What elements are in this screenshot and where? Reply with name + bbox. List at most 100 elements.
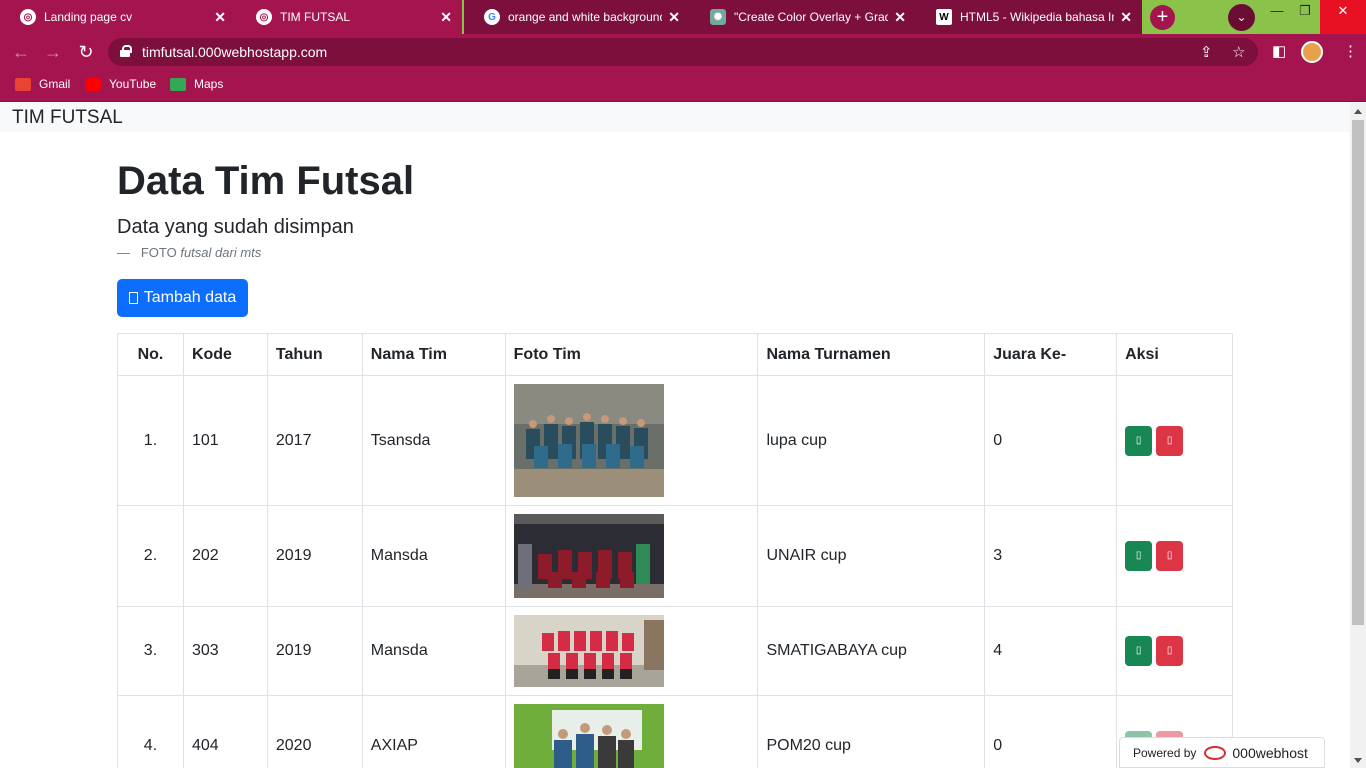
back-button[interactable]: ← — [10, 42, 32, 64]
delete-button[interactable]: ▯ — [1156, 541, 1184, 571]
caption-dash: — — [117, 245, 130, 260]
close-tab-icon[interactable]: ✕ — [668, 9, 680, 26]
page-content: TIM FUTSAL Data Tim Futsal Data yang sud… — [0, 103, 1350, 768]
tab-title: HTML5 - Wikipedia bahasa Ind — [960, 10, 1115, 24]
delete-icon: ▯ — [1166, 434, 1173, 446]
table-row: 3. 303 2019 Mansda SMATIGABAYA cup 4 ▯ ▯ — [117, 606, 1233, 696]
tab-strip: ◎ Landing page cv ✕ ◎ TIM FUTSAL ✕ G ora… — [0, 0, 1366, 34]
edit-button[interactable]: ▯ — [1125, 425, 1153, 456]
chatgpt-icon: ✺ — [710, 9, 726, 25]
cell-nama-tim: Mansda — [361, 505, 506, 607]
lock-icon — [120, 45, 132, 57]
cell-kode: 202 — [182, 505, 268, 607]
cell-no: 2. — [117, 505, 184, 607]
table-header-row: No. Kode Tahun Nama Tim Foto Tim Nama Tu… — [117, 333, 1233, 376]
scroll-down-arrow-icon[interactable] — [1354, 758, 1362, 763]
cell-turnamen: POM20 cup — [757, 695, 986, 768]
close-tab-icon[interactable]: ✕ — [1120, 9, 1132, 26]
page-scrollbar[interactable] — [1350, 103, 1366, 768]
bookmark-youtube[interactable]: YouTube — [85, 77, 156, 91]
delete-button[interactable]: ▯ — [1156, 636, 1184, 666]
tab-title: "Create Color Overlay + Gradie — [734, 10, 889, 24]
wikipedia-icon: W — [936, 9, 952, 25]
close-tab-icon[interactable]: ✕ — [214, 9, 226, 26]
edit-button[interactable]: ▯ — [1125, 636, 1153, 666]
restore-button[interactable]: ❐ — [1290, 0, 1320, 34]
tab-title: orange and white background — [508, 10, 663, 24]
col-header-nama-tim: Nama Tim — [361, 333, 506, 376]
edit-icon: ▯ — [1135, 550, 1142, 561]
team-photo — [513, 384, 664, 497]
youtube-icon — [85, 77, 101, 91]
globe-icon: ◎ — [20, 9, 36, 25]
tab-tim-futsal[interactable]: ◎ TIM FUTSAL ✕ — [236, 0, 462, 34]
cell-no: 4. — [117, 695, 184, 768]
cell-foto — [504, 695, 759, 768]
tab-orange-background[interactable]: G orange and white background ✕ — [464, 0, 690, 34]
cell-tahun: 2017 — [266, 375, 363, 506]
scrollbar-thumb[interactable] — [1352, 120, 1364, 625]
tab-landing-page[interactable]: ◎ Landing page cv ✕ — [0, 0, 236, 34]
tab-title: TIM FUTSAL — [280, 10, 351, 24]
table-row: 4. 404 2020 AXIAP POM20 cup 0 ▯▯ — [117, 695, 1233, 768]
team-photo — [513, 703, 664, 768]
tab-color-overlay[interactable]: ✺ "Create Color Overlay + Gradie ✕ — [690, 0, 916, 34]
maps-icon — [170, 77, 186, 91]
powered-by-badge[interactable]: Powered by 000webhost — [1119, 737, 1325, 768]
cell-nama-tim: AXIAP — [361, 695, 506, 768]
tab-html5-wikipedia[interactable]: W HTML5 - Wikipedia bahasa Ind ✕ — [916, 0, 1142, 34]
team-table: No. Kode Tahun Nama Tim Foto Tim Nama Tu… — [117, 333, 1233, 768]
caption-emphasis: futsal dari mts — [180, 245, 262, 260]
new-tab-button[interactable]: + — [1150, 5, 1175, 30]
caption-text: FOTO — [140, 245, 177, 260]
side-panel-icon[interactable]: ◧ — [1272, 42, 1286, 60]
cell-no: 3. — [117, 606, 184, 696]
address-bar[interactable]: timfutsal.000webhostapp.com ⇪ ☆ — [108, 38, 1258, 66]
cell-nama-tim: Tsansda — [361, 375, 506, 506]
cell-turnamen: UNAIR cup — [757, 505, 986, 607]
edit-icon: ▯ — [1135, 434, 1142, 446]
edit-button[interactable]: ▯ — [1125, 541, 1153, 571]
col-header-tahun: Tahun — [266, 333, 363, 376]
profile-avatar[interactable] — [1301, 41, 1323, 63]
reload-button[interactable]: ↻ — [75, 42, 97, 64]
bookmark-star-icon[interactable]: ☆ — [1232, 43, 1245, 61]
bookmark-maps[interactable]: Maps — [170, 77, 223, 91]
team-photo — [513, 514, 664, 598]
navbar-brand[interactable]: TIM FUTSAL — [12, 107, 123, 129]
close-tab-icon[interactable]: ✕ — [440, 9, 452, 26]
forward-button[interactable]: → — [42, 42, 64, 64]
cell-juara: 0 — [984, 375, 1118, 506]
cell-foto — [504, 606, 759, 696]
cell-juara: 0 — [984, 695, 1118, 768]
share-icon[interactable]: ⇪ — [1200, 43, 1213, 61]
site-navbar: TIM FUTSAL — [0, 103, 1350, 132]
cell-aksi: ▯▯ — [1116, 505, 1233, 607]
tab-search-button[interactable]: ⌄ — [1228, 4, 1255, 31]
globe-icon: ◎ — [256, 9, 272, 25]
cell-tahun: 2019 — [266, 606, 363, 696]
browser-toolbar: ← → ↻ timfutsal.000webhostapp.com ⇪ ☆ ◧ … — [0, 34, 1366, 70]
cell-aksi: ▯▯ — [1116, 606, 1233, 696]
col-header-no: No. — [117, 333, 184, 376]
minimize-button[interactable]: — — [1262, 0, 1292, 34]
add-data-label: Tambah data — [143, 289, 237, 306]
window-close-button[interactable]: ✕ — [1320, 0, 1366, 34]
cell-turnamen: SMATIGABAYA cup — [757, 606, 986, 696]
scroll-up-arrow-icon[interactable] — [1354, 109, 1362, 114]
delete-icon: ▯ — [1166, 550, 1173, 561]
photo-caption: — FOTO futsal dari mts — [117, 245, 261, 260]
delete-button[interactable]: ▯ — [1156, 425, 1184, 456]
delete-icon: ▯ — [1166, 645, 1173, 656]
team-photo — [513, 615, 664, 687]
bookmark-label: YouTube — [109, 77, 157, 91]
cell-juara: 3 — [984, 505, 1118, 607]
add-data-button[interactable]: Tambah data — [117, 279, 248, 317]
close-tab-icon[interactable]: ✕ — [894, 9, 906, 26]
cell-aksi: ▯▯ — [1116, 375, 1233, 506]
bookmark-gmail[interactable]: Gmail — [15, 77, 70, 91]
cell-turnamen: lupa cup — [757, 375, 986, 506]
menu-icon[interactable]: ⋮ — [1343, 42, 1358, 60]
col-header-aksi: Aksi — [1116, 333, 1233, 376]
col-header-kode: Kode — [182, 333, 268, 376]
